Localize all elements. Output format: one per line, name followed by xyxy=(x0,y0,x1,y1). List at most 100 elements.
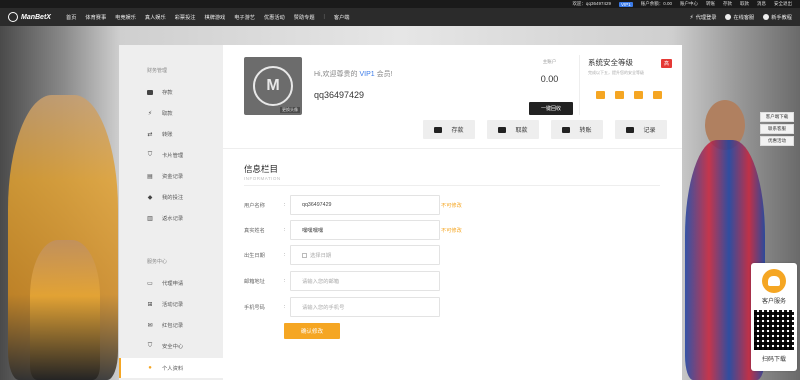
recycle-button[interactable]: 一键回收 xyxy=(529,102,573,115)
avatar[interactable]: M 更换头像 xyxy=(244,57,302,115)
scan-download-label: 扫码下载 xyxy=(761,357,786,363)
security-level-panel: 系统安全等级 完成以下五，提升您的安全等级 高 xyxy=(588,57,674,113)
security-level-badge: 高 xyxy=(661,59,672,68)
sidebar-item-security[interactable]: ⛉ 安全中心 xyxy=(147,340,223,352)
nav-sponsorship[interactable]: 赞助专题 xyxy=(294,14,315,21)
sidebar-item-transfer[interactable]: ⇄ 转账 xyxy=(147,128,223,140)
sidebar-item-funds-record[interactable]: ▤ 资金记录 xyxy=(147,170,223,182)
realname-field: 嘿嘿嘿嘿 xyxy=(290,220,440,240)
topbar-link-messages[interactable]: 消息 xyxy=(757,1,766,7)
sidebar-item-activity-record[interactable]: ⊞ 活动记录 xyxy=(147,298,223,310)
live-chat-label: 在线客服 xyxy=(733,14,755,21)
client-download-link[interactable]: 客户端下载 xyxy=(760,112,794,122)
welcome-prefix: Hi,欢迎尊贵的 xyxy=(314,71,358,78)
help-icon xyxy=(763,14,770,20)
records-button[interactable]: 记录 xyxy=(615,120,667,139)
deposit-button[interactable]: 存款 xyxy=(423,120,475,139)
logo[interactable]: ManBetX xyxy=(0,8,66,26)
deposit-label: 存款 xyxy=(451,128,464,134)
nav-lottery[interactable]: 彩票投注 xyxy=(175,14,196,21)
phone-icon[interactable] xyxy=(615,91,624,99)
agent-login-link[interactable]: ⚡ 代理登录 xyxy=(689,14,716,21)
nav-card-games[interactable]: 棋牌游戏 xyxy=(204,14,225,21)
support-agent-icon xyxy=(762,269,786,293)
username: qq36497429 xyxy=(314,90,365,100)
email-field[interactable]: 请输入您的邮箱 xyxy=(290,271,440,291)
field-label: 邮箱地址 xyxy=(244,278,265,285)
sidebar-item-rebate-record[interactable]: ▥ 返水记录 xyxy=(147,212,223,224)
diamond-icon: ◆ xyxy=(147,194,153,201)
balance-text: 账户余额：0.00 xyxy=(640,1,672,6)
agent-login-label: 代理登录 xyxy=(695,14,717,21)
sidebar-section-service: 服务中心 xyxy=(147,259,168,265)
user-icon[interactable] xyxy=(596,91,605,99)
profile-header: M 更换头像 Hi,欢迎尊贵的 VIP1 会员! qq36497429 主账户 … xyxy=(223,45,682,149)
topbar-link-logout[interactable]: 安全退出 xyxy=(774,1,792,7)
wallet-amount: 0.00 xyxy=(540,74,559,84)
topbar-link-deposit[interactable]: 存款 xyxy=(723,1,732,7)
wallet-label: 主账户 xyxy=(542,59,557,64)
field-label: 手机号码 xyxy=(244,304,265,311)
transfer-icon: ⇄ xyxy=(147,131,153,138)
welcome-text: 欢迎：qq36497429 xyxy=(572,1,611,6)
transfer-button[interactable]: 转账 xyxy=(551,120,603,139)
logo-text: ManBetX xyxy=(21,13,51,21)
birthdate-input[interactable]: 选择日期 xyxy=(290,245,440,265)
vip-level: VIP1 xyxy=(359,71,375,78)
phone-field[interactable]: 请输入您的手机号 xyxy=(290,297,440,317)
deposit-icon xyxy=(434,126,443,133)
profile-main: M 更换头像 Hi,欢迎尊贵的 VIP1 会员! qq36497429 主账户 … xyxy=(223,45,682,380)
sidebar-item-label: 我的投注 xyxy=(162,195,184,201)
shield-icon: ⛉ xyxy=(147,151,153,158)
promotions-link[interactable]: 优惠活动 xyxy=(760,136,794,146)
sidebar-item-my-bets[interactable]: ◆ 我的投注 xyxy=(147,191,223,203)
nav-promotions[interactable]: 优惠活动 xyxy=(264,14,285,21)
sidebar-item-withdraw[interactable]: ⚡ 取款 xyxy=(147,107,223,119)
nav-client[interactable]: 客户端 xyxy=(334,14,350,21)
field-realname: 真实姓名: 嘿嘿嘿嘿 xyxy=(244,220,474,240)
sidebar-section-finance: 财务管理 xyxy=(147,68,168,74)
withdraw-button[interactable]: 取款 xyxy=(487,120,539,139)
nav-esports[interactable]: 电竞娱乐 xyxy=(115,14,136,21)
topbar-link-transfer[interactable]: 转账 xyxy=(706,1,715,7)
transfer-label: 转账 xyxy=(579,128,592,134)
sidebar-item-label: 代理申请 xyxy=(162,281,184,287)
sidebar-item-profile[interactable]: ● 个人资料 xyxy=(119,358,223,378)
contact-service-link[interactable]: 联系客服 xyxy=(760,124,794,134)
sidebar-item-profile-inner: ● 个人资料 xyxy=(147,362,223,374)
wallet-icon xyxy=(147,89,153,95)
sidebar-item-label: 安全中心 xyxy=(162,344,184,350)
sidebar-item-redpacket-record[interactable]: ✉ 红包记录 xyxy=(147,319,223,331)
envelope-icon[interactable] xyxy=(634,91,643,99)
info-title: 信息栏目 xyxy=(244,164,279,174)
sidebar-item-cards[interactable]: ⛉ 卡片管理 xyxy=(147,149,223,161)
nav-sports[interactable]: 体育赛事 xyxy=(85,14,106,21)
sidebar-item-deposit[interactable]: 存款 xyxy=(147,86,223,98)
card-icon[interactable] xyxy=(653,91,662,99)
security-subtitle: 完成以下五，提升您的安全等级 xyxy=(588,70,644,75)
nav-live-casino[interactable]: 真人娱乐 xyxy=(145,14,166,21)
envelope-icon: ✉ xyxy=(147,322,153,329)
document-icon: ▤ xyxy=(147,173,153,180)
tutorial-label: 新手教程 xyxy=(771,14,792,21)
field-label: 出生日期 xyxy=(244,252,265,259)
topbar-link-account[interactable]: 账户中心 xyxy=(680,1,698,7)
tutorial-link[interactable]: 新手教程 xyxy=(763,14,792,21)
chat-icon xyxy=(725,14,732,20)
birthdate-placeholder: 选择日期 xyxy=(310,253,332,259)
info-subtitle: INFORMATION xyxy=(244,176,281,181)
sidebar-item-agent-apply[interactable]: ▭ 代理申请 xyxy=(147,277,223,289)
top-status-bar: 欢迎：qq36497429 VIP1 账户余额：0.00 账户中心 转账 存款 … xyxy=(0,0,800,8)
confirm-button[interactable]: 确认修改 xyxy=(284,323,340,339)
shield-check-icon: ⛉ xyxy=(147,342,153,349)
avatar-caption[interactable]: 更换头像 xyxy=(280,107,300,113)
customer-service-panel[interactable]: 客户服务 扫码下载 xyxy=(751,263,797,371)
username-field: qq36497429 xyxy=(290,195,440,215)
topbar-link-withdraw[interactable]: 取款 xyxy=(740,1,749,7)
live-chat-link[interactable]: 在线客服 xyxy=(725,14,754,21)
nav-slots[interactable]: 电子游艺 xyxy=(234,14,255,21)
sidebar-item-label: 卡片管理 xyxy=(162,153,184,159)
welcome-suffix: 会员! xyxy=(376,71,393,78)
user-icon: ● xyxy=(148,365,152,371)
nav-home[interactable]: 首页 xyxy=(66,14,76,21)
